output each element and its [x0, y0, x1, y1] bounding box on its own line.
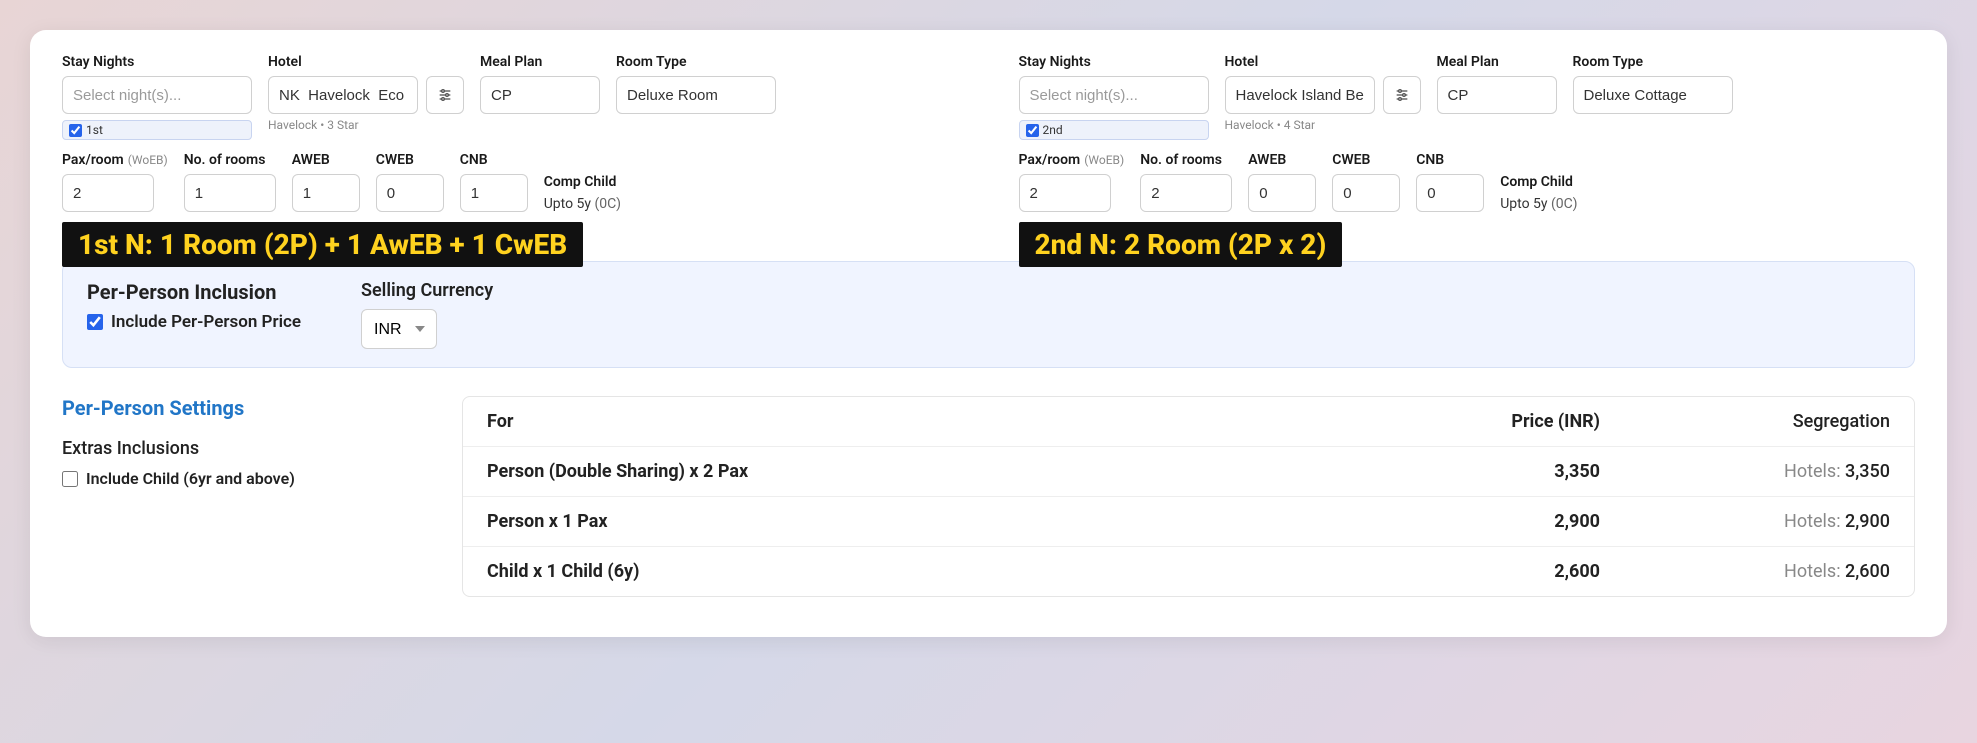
comp-child-value: Upto 5y (0C)	[544, 196, 621, 212]
room-type-label: Room Type	[616, 54, 776, 70]
night-chip-2nd-label: 2nd	[1043, 123, 1063, 137]
hotel-meta: Havelock • 4 Star	[1225, 118, 1421, 132]
row-for: Person x 1 Pax	[487, 511, 1410, 532]
night-chip-1st-label: 1st	[86, 123, 103, 137]
price-table-container: For Price (INR) Segregation 1 Person (Do…	[462, 396, 1915, 597]
sliders-icon	[437, 87, 453, 103]
row-seg: Hotels: 2,600	[1630, 561, 1890, 582]
col-for-header: For	[487, 411, 1410, 432]
annotation-night1: 1st N: 1 Room (2P) + 1 AwEB + 1 CwEB	[62, 222, 583, 267]
night-chip-1st-checkbox[interactable]	[69, 124, 82, 137]
night-chip-2nd-checkbox[interactable]	[1026, 124, 1039, 137]
settings-column: Per-Person Settings Extras Inclusions In…	[62, 396, 422, 597]
row-price: 3,350	[1410, 461, 1630, 482]
table-row: 3 Child x 1 Child (6y) 2,600 Hotels: 2,6…	[463, 547, 1914, 596]
pax-room-label: Pax/room(WoEB)	[62, 152, 168, 168]
night2-params: Pax/room(WoEB) No. of rooms AWEB CWEB CN…	[1019, 152, 1916, 212]
hotel-filter-button[interactable]	[1383, 76, 1421, 114]
meal-plan-input[interactable]	[480, 76, 600, 114]
pax-room-input[interactable]	[62, 174, 154, 212]
table-row: 2 Person x 1 Pax 2,900 Hotels: 2,900	[463, 497, 1914, 547]
cnb-label: CNB	[1416, 152, 1484, 168]
include-per-person-price-row[interactable]: Include Per-Person Price	[87, 312, 301, 332]
row-seg: Hotels: 3,350	[1630, 461, 1890, 482]
row-price: 2,900	[1410, 511, 1630, 532]
hotel-input[interactable]	[1225, 76, 1375, 114]
aweb-input[interactable]	[1248, 174, 1316, 212]
annotation-night2: 2nd N: 2 Room (2P x 2)	[1019, 222, 1343, 267]
hotel-filter-button[interactable]	[426, 76, 464, 114]
stay-nights-label: Stay Nights	[62, 54, 252, 70]
hotel-meta: Havelock • 3 Star	[268, 118, 464, 132]
aweb-label: AWEB	[1248, 152, 1316, 168]
hotel-label: Hotel	[1225, 54, 1421, 70]
row-for: Child x 1 Child (6y)	[487, 561, 1410, 582]
sliders-icon	[1394, 87, 1410, 103]
room-type-input[interactable]	[616, 76, 776, 114]
cnb-input[interactable]	[1416, 174, 1484, 212]
price-table-header: For Price (INR) Segregation	[463, 397, 1914, 447]
pax-config-row: Pax/room(WoEB) No. of rooms AWEB CWEB CN…	[62, 152, 1915, 212]
include-per-person-price-checkbox[interactable]	[87, 314, 103, 330]
col-seg-header: Segregation	[1630, 411, 1890, 432]
per-person-inclusion-title: Per-Person Inclusion	[87, 280, 301, 304]
main-card: Stay Nights 1st Hotel Havelock • 3 Star	[30, 30, 1947, 637]
meal-plan-label: Meal Plan	[480, 54, 600, 70]
per-person-settings-title: Per-Person Settings	[62, 396, 422, 420]
aweb-input[interactable]	[292, 174, 360, 212]
night-chip-1st[interactable]: 1st	[62, 120, 252, 140]
cweb-label: CWEB	[1332, 152, 1400, 168]
selling-currency-label: Selling Currency	[361, 280, 493, 301]
meal-plan-label: Meal Plan	[1437, 54, 1557, 70]
include-per-person-price-label: Include Per-Person Price	[111, 312, 301, 332]
nights-config-row: Stay Nights 1st Hotel Havelock • 3 Star	[62, 54, 1915, 140]
cweb-label: CWEB	[376, 152, 444, 168]
rooms-label: No. of rooms	[184, 152, 276, 168]
night-chip-2nd[interactable]: 2nd	[1019, 120, 1209, 140]
row-for: Person (Double Sharing) x 2 Pax	[487, 461, 1410, 482]
rooms-input[interactable]	[1140, 174, 1232, 212]
pax-room-label: Pax/room(WoEB)	[1019, 152, 1125, 168]
include-child-row[interactable]: Include Child (6yr and above)	[62, 469, 422, 488]
cweb-input[interactable]	[1332, 174, 1400, 212]
hotel-input[interactable]	[268, 76, 418, 114]
extras-inclusions-title: Extras Inclusions	[62, 438, 422, 459]
price-table: For Price (INR) Segregation 1 Person (Do…	[462, 396, 1915, 597]
cnb-input[interactable]	[460, 174, 528, 212]
selling-currency-select[interactable]: INR	[361, 309, 437, 349]
per-person-inclusion-box: Per-Person Inclusion Include Per-Person …	[62, 261, 1915, 368]
comp-child-value: Upto 5y (0C)	[1500, 196, 1577, 212]
night1-params: Pax/room(WoEB) No. of rooms AWEB CWEB CN…	[62, 152, 959, 212]
bottom-section: Per-Person Settings Extras Inclusions In…	[62, 396, 1915, 597]
room-type-input[interactable]	[1573, 76, 1733, 114]
table-row: 1 Person (Double Sharing) x 2 Pax 3,350 …	[463, 447, 1914, 497]
stay-nights-input[interactable]	[1019, 76, 1209, 114]
rooms-label: No. of rooms	[1140, 152, 1232, 168]
stay-nights-label: Stay Nights	[1019, 54, 1209, 70]
comp-child-label: Comp Child	[544, 174, 621, 190]
hotel-label: Hotel	[268, 54, 464, 70]
rooms-input[interactable]	[184, 174, 276, 212]
cweb-input[interactable]	[376, 174, 444, 212]
col-price-header: Price (INR)	[1410, 411, 1630, 432]
include-child-label: Include Child (6yr and above)	[86, 469, 295, 488]
meal-plan-input[interactable]	[1437, 76, 1557, 114]
row-price: 2,600	[1410, 561, 1630, 582]
pax-room-input[interactable]	[1019, 174, 1111, 212]
annotation-row: 1st N: 1 Room (2P) + 1 AwEB + 1 CwEB 2nd…	[62, 222, 1915, 267]
row-seg: Hotels: 2,900	[1630, 511, 1890, 532]
cnb-label: CNB	[460, 152, 528, 168]
night1-block: Stay Nights 1st Hotel Havelock • 3 Star	[62, 54, 959, 140]
include-child-checkbox[interactable]	[62, 471, 78, 487]
comp-child-label: Comp Child	[1500, 174, 1577, 190]
stay-nights-input[interactable]	[62, 76, 252, 114]
room-type-label: Room Type	[1573, 54, 1733, 70]
aweb-label: AWEB	[292, 152, 360, 168]
night2-block: Stay Nights 2nd Hotel Havelock • 4 Star	[1019, 54, 1916, 140]
